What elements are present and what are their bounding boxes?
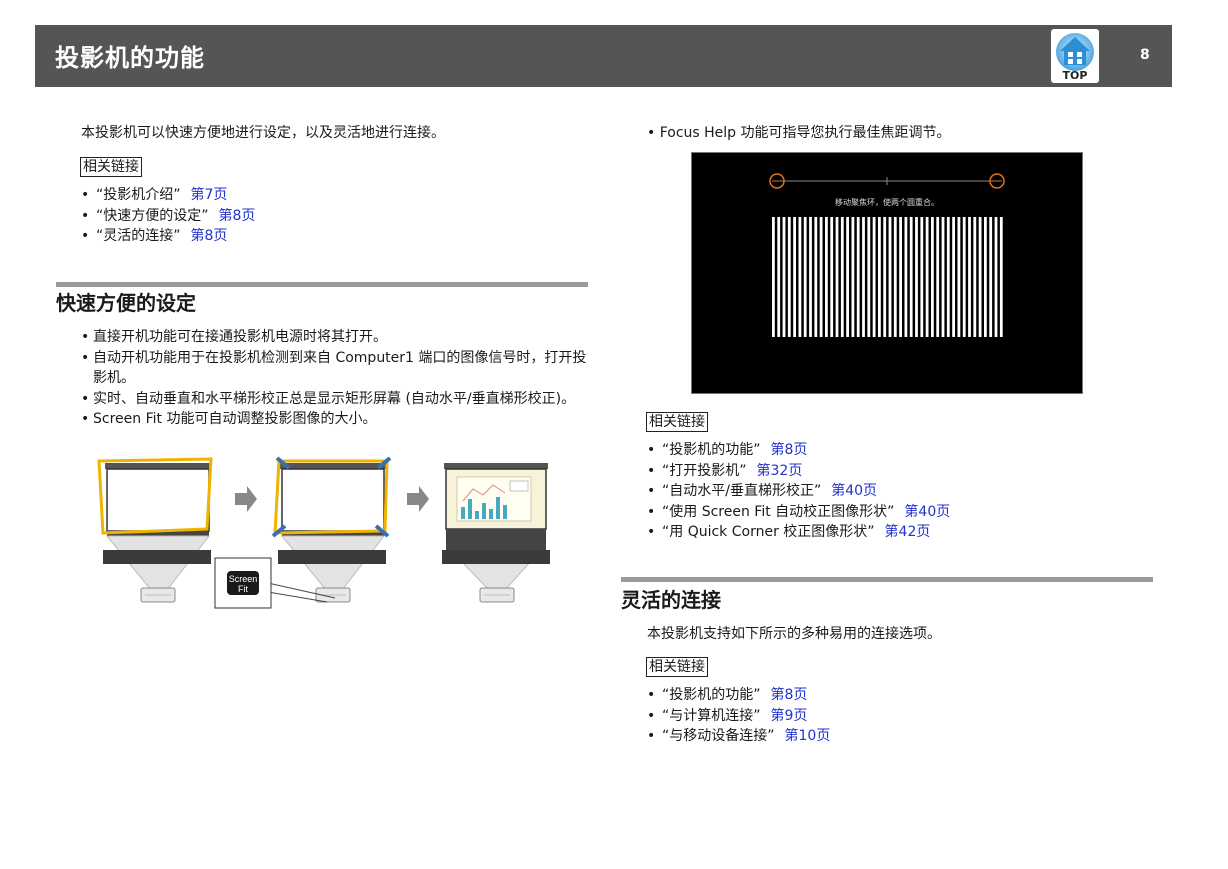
screen-before [97, 457, 213, 603]
list-item: “投影机的功能”第8页 [647, 440, 950, 461]
list-item: “投影机介绍”第7页 [81, 185, 255, 206]
section-title-flexible-connection: 灵活的连接 [621, 588, 721, 612]
connection-intro-text: 本投影机支持如下所示的多种易用的连接选项。 [647, 626, 941, 642]
focus-help-item: • Focus Help 功能可指导您执行最佳焦距调节。 [647, 125, 951, 141]
related-links-list: “投影机的功能”第8页 “与计算机连接”第9页 “与移动设备连接”第10页 [647, 685, 830, 747]
list-item: “灵活的连接”第8页 [81, 226, 255, 247]
page-title: 投影机的功能 [55, 44, 205, 72]
list-item: Screen Fit 功能可自动调整投影图像的大小。 [81, 409, 591, 430]
page-link[interactable]: 第9页 [771, 708, 808, 724]
list-item: “打开投影机”第32页 [647, 461, 950, 482]
focus-instruction: 移动聚焦环，使两个圆重合。 [835, 198, 939, 207]
screen-fit-illustration: Screen Fit [97, 456, 550, 609]
page-link[interactable]: 第40页 [904, 504, 950, 520]
intro-text: 本投影机可以快速方便地进行设定，以及灵活地进行连接。 [81, 125, 445, 141]
page-link[interactable]: 第32页 [757, 463, 803, 479]
related-links-label: 相关链接 [646, 412, 708, 432]
list-item: “与计算机连接”第9页 [647, 706, 830, 727]
feature-list: 直接开机功能可在接通投影机电源时将其打开。 自动开机功能用于在投影机检测到来自 … [81, 327, 591, 430]
list-item: “与移动设备连接”第10页 [647, 726, 830, 747]
list-item: 自动开机功能用于在投影机检测到来自 Computer1 端口的图像信号时，打开投… [81, 348, 591, 389]
focus-help-screenshot: 移动聚焦环，使两个圆重合。 [691, 152, 1083, 394]
list-item: “使用 Screen Fit 自动校正图像形状”第40页 [647, 502, 950, 523]
list-item: “快速方便的设定”第8页 [81, 206, 255, 227]
screen-during [271, 456, 392, 603]
related-links-label: 相关链接 [80, 157, 142, 177]
top-label: TOP [1062, 69, 1088, 82]
list-item: “投影机的功能”第8页 [647, 685, 830, 706]
page-link[interactable]: 第8页 [191, 228, 228, 244]
arrow-right-icon [407, 486, 429, 512]
screen-fit-badge-line1: Screen [229, 574, 258, 584]
list-item: “自动水平/垂直梯形校正”第40页 [647, 481, 950, 502]
page-link[interactable]: 第8页 [771, 442, 808, 458]
top-button[interactable]: TOP [1051, 29, 1099, 83]
section-title-quick-setup: 快速方便的设定 [56, 291, 196, 315]
page-link[interactable]: 第42页 [885, 524, 931, 540]
page-link[interactable]: 第10页 [785, 728, 831, 744]
page-link[interactable]: 第40页 [831, 483, 877, 499]
screen-after [442, 463, 550, 603]
page-number: 8 [1140, 47, 1150, 63]
home-icon [1056, 33, 1094, 71]
section-divider [621, 577, 1153, 582]
list-item: “用 Quick Corner 校正图像形状”第42页 [647, 522, 950, 543]
focus-stripe-pattern [772, 217, 1003, 337]
list-item: 实时、自动垂直和水平梯形校正总是显示矩形屏幕 (自动水平/垂直梯形校正)。 [81, 389, 591, 410]
related-links-label: 相关链接 [646, 657, 708, 677]
page-link[interactable]: 第8页 [771, 687, 808, 703]
arrow-right-icon [235, 486, 257, 512]
page-header: 投影机的功能 TOP 8 [35, 25, 1172, 87]
page-link[interactable]: 第8页 [219, 208, 256, 224]
screen-fit-badge-line2: Fit [238, 584, 248, 594]
related-links-list: “投影机介绍”第7页 “快速方便的设定”第8页 “灵活的连接”第8页 [81, 185, 255, 247]
list-item: 直接开机功能可在接通投影机电源时将其打开。 [81, 327, 591, 348]
page-link[interactable]: 第7页 [191, 187, 228, 203]
related-links-list: “投影机的功能”第8页 “打开投影机”第32页 “自动水平/垂直梯形校正”第40… [647, 440, 950, 543]
